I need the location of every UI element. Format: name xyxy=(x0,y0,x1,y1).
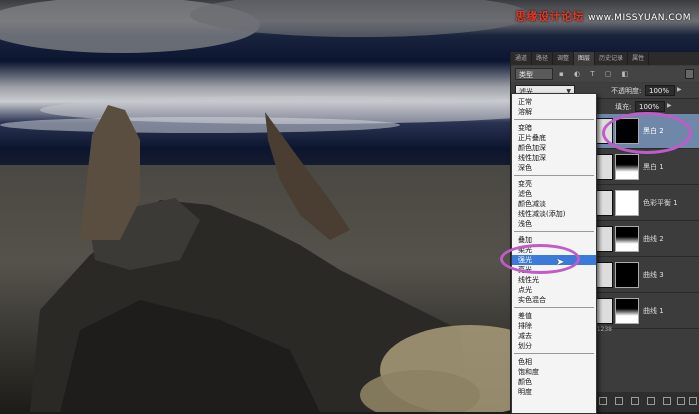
fill-input[interactable]: 100% xyxy=(635,101,665,112)
tab-2[interactable]: 调整 xyxy=(553,52,575,65)
blend-mode-option[interactable]: 实色混合 xyxy=(512,295,596,305)
blend-mode-option[interactable]: 差值 xyxy=(512,311,596,321)
blend-mode-option[interactable]: 饱和度 xyxy=(512,367,596,377)
blend-mode-option[interactable]: 溶解 xyxy=(512,107,596,117)
blend-mode-option[interactable]: 滤色 xyxy=(512,189,596,199)
layer-mask-thumb[interactable] xyxy=(615,298,639,324)
blend-mode-option[interactable]: 线性加深 xyxy=(512,153,596,163)
layer-name: 黑白 1 xyxy=(643,163,664,171)
blend-mode-option[interactable]: 颜色 xyxy=(512,377,596,387)
watermark: 思缘设计论坛 www.MISSYUAN.COM xyxy=(515,10,691,23)
blend-mode-option[interactable]: 明度 xyxy=(512,387,596,397)
layer-name: 曲线 1 xyxy=(643,307,664,315)
layer-name: 色彩平衡 1 xyxy=(643,199,678,207)
menu-separator xyxy=(514,231,594,232)
blend-mode-option[interactable]: 颜色减淡 xyxy=(512,199,596,209)
blend-mode-option[interactable]: 线性减淡(添加) xyxy=(512,209,596,219)
menu-separator xyxy=(514,175,594,176)
mask-icon[interactable] xyxy=(631,397,639,405)
layer-mask-thumb[interactable] xyxy=(615,262,639,288)
blend-mode-option[interactable]: 排除 xyxy=(512,321,596,331)
menu-separator xyxy=(514,353,594,354)
layer-name: 曲线 2 xyxy=(643,235,664,243)
layer-name: 曲线 3 xyxy=(643,271,664,279)
blend-mode-option[interactable]: 变亮 xyxy=(512,179,596,189)
blend-mode-option[interactable]: 点光 xyxy=(512,285,596,295)
blend-mode-option[interactable]: 浅色 xyxy=(512,219,596,229)
adjustment-icon[interactable] xyxy=(647,397,655,405)
fill-label: 填充: xyxy=(615,103,632,111)
filter-type-select[interactable]: 类型 xyxy=(515,68,553,80)
filter-toggle[interactable] xyxy=(685,69,694,79)
layer-mask-thumb[interactable] xyxy=(615,226,639,252)
blend-mode-option[interactable]: 正常 xyxy=(512,97,596,107)
fx-icon[interactable] xyxy=(615,397,623,405)
annotation-circle-menu xyxy=(500,244,580,274)
tab-0[interactable]: 通道 xyxy=(511,52,533,65)
layer-mask-thumb[interactable] xyxy=(615,154,639,180)
fill-arrow-icon[interactable]: ▶ xyxy=(667,102,672,109)
blend-mode-option[interactable]: 减去 xyxy=(512,331,596,341)
opacity-arrow-icon[interactable]: ▶ xyxy=(677,86,682,93)
blend-mode-option[interactable]: 划分 xyxy=(512,341,596,351)
menu-separator xyxy=(514,119,594,120)
tab-3[interactable]: 图层 xyxy=(574,52,596,65)
layer-filter-bar: 类型 ▪ ◐ T ▢ ◧ xyxy=(511,66,699,82)
tab-1[interactable]: 路径 xyxy=(532,52,554,65)
blend-mode-option[interactable]: 叠加 xyxy=(512,235,596,245)
annotation-circle-layer xyxy=(602,112,692,154)
menu-separator xyxy=(514,307,594,308)
blend-mode-option[interactable]: 正片叠底 xyxy=(512,133,596,143)
blend-mode-option[interactable]: 变暗 xyxy=(512,123,596,133)
link-icon[interactable] xyxy=(599,397,607,405)
blend-mode-option[interactable]: 色相 xyxy=(512,357,596,367)
filter-icons[interactable]: ▪ ◐ T ▢ ◧ xyxy=(559,70,632,78)
blend-mode-option[interactable]: 线性光 xyxy=(512,275,596,285)
tab-5[interactable]: 属性 xyxy=(628,52,650,65)
blend-mode-option[interactable]: 颜色加深 xyxy=(512,143,596,153)
blend-mode-option[interactable]: 深色 xyxy=(512,163,596,173)
trash-icon[interactable] xyxy=(689,397,697,405)
opacity-input[interactable]: 100% xyxy=(645,85,675,96)
tab-4[interactable]: 历史记录 xyxy=(595,52,629,65)
new-layer-icon[interactable] xyxy=(677,397,685,405)
layer-mask-thumb[interactable] xyxy=(615,190,639,216)
opacity-label: 不透明度: xyxy=(611,87,642,95)
panel-tabs: 通道 路径 调整 图层 历史记录 属性 xyxy=(511,52,699,65)
folder-icon[interactable] xyxy=(663,397,671,405)
